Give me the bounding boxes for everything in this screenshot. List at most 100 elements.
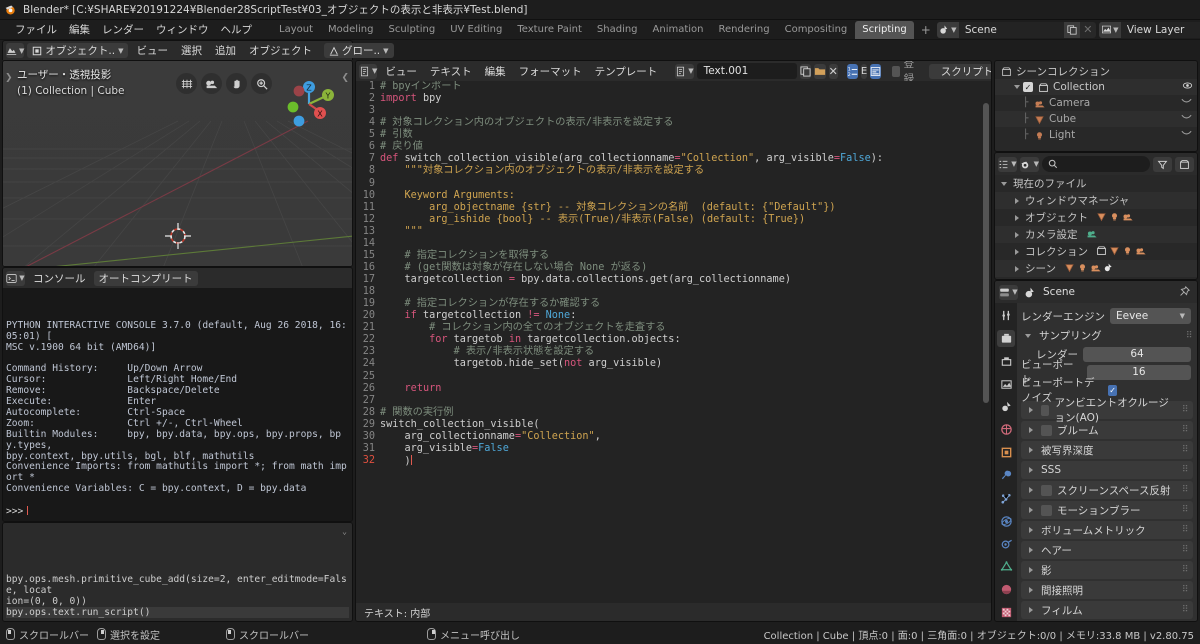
display-mode-icon[interactable]: ▼	[998, 156, 1017, 172]
pin-icon[interactable]	[1178, 286, 1190, 298]
code-line-text[interactable]: # 関数の実行例	[380, 407, 991, 419]
chevron-right-icon[interactable]	[1029, 467, 1033, 473]
viewport-mode-selector[interactable]: オブジェクト.. ▼	[27, 43, 129, 58]
code-line-text[interactable]: # 引数	[380, 129, 991, 141]
code-line-text[interactable]: Keyword Arguments:	[380, 190, 991, 202]
toggle-perspective-icon[interactable]	[176, 73, 197, 94]
camera-view-icon[interactable]	[201, 73, 222, 94]
chevron-right-icon[interactable]	[1015, 197, 1019, 204]
blendfile-outliner-row[interactable]: シーン	[995, 260, 1197, 277]
properties-panel-body[interactable]: レンダーエンジン Eevee ▼ サンプリング ⠿ レンダー 64 ビューポート …	[1017, 303, 1197, 621]
code-line-text[interactable]	[380, 371, 991, 383]
chevron-right-icon[interactable]	[1015, 231, 1019, 238]
disclosure-icon[interactable]	[1180, 129, 1193, 141]
properties-panel-header[interactable]: 影 ⠿	[1021, 561, 1193, 579]
collection-checkbox[interactable]: ✓	[1023, 82, 1033, 92]
info-collapse-icon[interactable]: ⌄	[342, 526, 347, 537]
panel-drag-handle[interactable]: ⠿	[1182, 445, 1193, 455]
texture-tab[interactable]	[997, 604, 1015, 621]
panel-drag-handle[interactable]: ⠿	[1182, 545, 1193, 555]
blendfile-outliner-row[interactable]: 現在のファイル	[995, 175, 1197, 192]
tab-texture-paint[interactable]: Texture Paint	[510, 21, 589, 39]
chevron-right-icon[interactable]	[1029, 587, 1033, 593]
physics-tab[interactable]	[997, 513, 1015, 530]
outliner-row[interactable]: ├ Camera	[995, 95, 1197, 111]
text-datablock-name[interactable]: Text.001	[696, 63, 797, 79]
text-menu-edit[interactable]: 編集	[480, 64, 511, 79]
chevron-right-icon[interactable]	[1015, 265, 1019, 272]
code-line-text[interactable]: return	[380, 383, 991, 395]
text-menu-format[interactable]: フォーマット	[514, 64, 587, 79]
viewport-menu-select[interactable]: 選択	[176, 43, 207, 58]
tab-uv-editing[interactable]: UV Editing	[443, 21, 509, 39]
new-text-icon[interactable]	[799, 63, 811, 79]
chevron-right-icon[interactable]	[1029, 607, 1033, 613]
text-editor-scrollbar[interactable]	[983, 103, 989, 403]
scene-selector[interactable]: ▼ Scene ✕	[936, 21, 1096, 38]
code-line-text[interactable]: for targetob in targetcollection.objects…	[380, 334, 991, 346]
tab-rendering[interactable]: Rendering	[712, 21, 777, 39]
chevron-right-icon[interactable]	[1015, 214, 1019, 221]
material-tab[interactable]	[997, 581, 1015, 598]
open-text-icon[interactable]	[813, 63, 826, 79]
panel-drag-handle[interactable]: ⠿	[1182, 585, 1193, 595]
viewport-menu-view[interactable]: ビュー	[131, 43, 173, 58]
panel-enable-checkbox[interactable]	[1041, 484, 1052, 496]
render-tab[interactable]	[997, 329, 1015, 347]
tab-compositing[interactable]: Compositing	[778, 21, 855, 39]
syntax-highlight-icon[interactable]	[870, 63, 882, 79]
code-line-text[interactable]: # コレクション内の全てのオブジェクトを走査する	[380, 322, 991, 334]
properties-panel-header[interactable]: スクリーンスペース反射 ⠿	[1021, 481, 1193, 499]
view-layer-tab[interactable]	[997, 376, 1015, 393]
panel-drag-handle[interactable]: ⠿	[1182, 565, 1193, 575]
code-line-text[interactable]: """	[380, 226, 991, 238]
code-line-text[interactable]: def switch_collection_visible(arg_collec…	[380, 153, 991, 165]
console-autocomplete-button[interactable]: オートコンプリート	[93, 270, 198, 286]
chevron-down-icon[interactable]	[1001, 181, 1007, 186]
add-workspace-button[interactable]: +	[915, 23, 937, 37]
viewport-denoise-checkbox[interactable]: ✓	[1108, 384, 1117, 396]
chevron-right-icon[interactable]	[1029, 547, 1033, 553]
properties-panel-header[interactable]: SSS ⠿	[1021, 461, 1193, 479]
object-tab[interactable]	[997, 444, 1015, 461]
blendfile-outliner-row[interactable]: カメラ設定	[995, 226, 1197, 243]
run-script-button[interactable]: スクリプト実行	[928, 63, 991, 79]
panel-enable-checkbox[interactable]	[1041, 424, 1052, 436]
viewport-right-panel-toggle[interactable]: ❮	[341, 73, 349, 83]
filter-icon[interactable]	[1153, 156, 1172, 172]
viewport-menu-object[interactable]: オブジェクト	[244, 43, 317, 58]
chevron-right-icon[interactable]	[1029, 407, 1033, 413]
render-engine-dropdown[interactable]: Eevee ▼	[1110, 308, 1191, 324]
menu-file[interactable]: ファイル	[9, 20, 63, 39]
text-menu-text[interactable]: テキスト	[425, 64, 477, 79]
panel-enable-checkbox[interactable]	[1041, 504, 1052, 516]
viewport-editor-type-button[interactable]: ▼	[6, 43, 25, 58]
console-output[interactable]: PYTHON INTERACTIVE CONSOLE 3.7.0 (defaul…	[3, 288, 352, 521]
info-line[interactable]: bpy.ops.mesh.primitive_cube_add(size=2, …	[6, 574, 349, 596]
properties-panel-header[interactable]: モーションブラー ⠿	[1021, 501, 1193, 519]
code-line-text[interactable]: if targetcollection != None:	[380, 310, 991, 322]
scene-name[interactable]: Scene	[958, 21, 1064, 38]
text-editor-type-button[interactable]: ▼	[359, 63, 378, 79]
console-prompt-row[interactable]: >>>	[6, 506, 349, 518]
text-editor-code-area[interactable]: 1 # bpyインポート 2 import bpy 3 4 # 対象コレクション内のオブジェ…	[356, 81, 991, 603]
line-numbers-icon[interactable]: 12	[846, 63, 858, 79]
data-tab[interactable]	[997, 558, 1015, 575]
console-editor-type-button[interactable]: ▼	[6, 270, 25, 286]
panel-drag-handle[interactable]: ⠿	[1182, 425, 1193, 435]
panel-drag-handle[interactable]: ⠿	[1182, 505, 1193, 515]
outliner-row[interactable]: ├ Light	[995, 127, 1197, 143]
scene-tab[interactable]	[997, 398, 1015, 415]
word-wrap-icon[interactable]: E	[860, 63, 868, 79]
outliner-row[interactable]: ✓ Collection	[995, 79, 1197, 95]
tool-tab[interactable]	[997, 307, 1015, 324]
properties-panel-header[interactable]: 被写界深度 ⠿	[1021, 441, 1193, 459]
properties-panel-header[interactable]: 間接照明 ⠿	[1021, 581, 1193, 599]
transform-orientation-selector[interactable]: グロー.. ▼	[323, 43, 394, 58]
eye-icon[interactable]	[1182, 80, 1193, 94]
menu-edit[interactable]: 編集	[63, 20, 96, 39]
panel-drag-handle[interactable]: ⠿	[1182, 465, 1193, 475]
constraint-tab[interactable]	[997, 536, 1015, 553]
output-tab[interactable]	[997, 353, 1015, 370]
code-line-text[interactable]: )	[380, 454, 991, 467]
